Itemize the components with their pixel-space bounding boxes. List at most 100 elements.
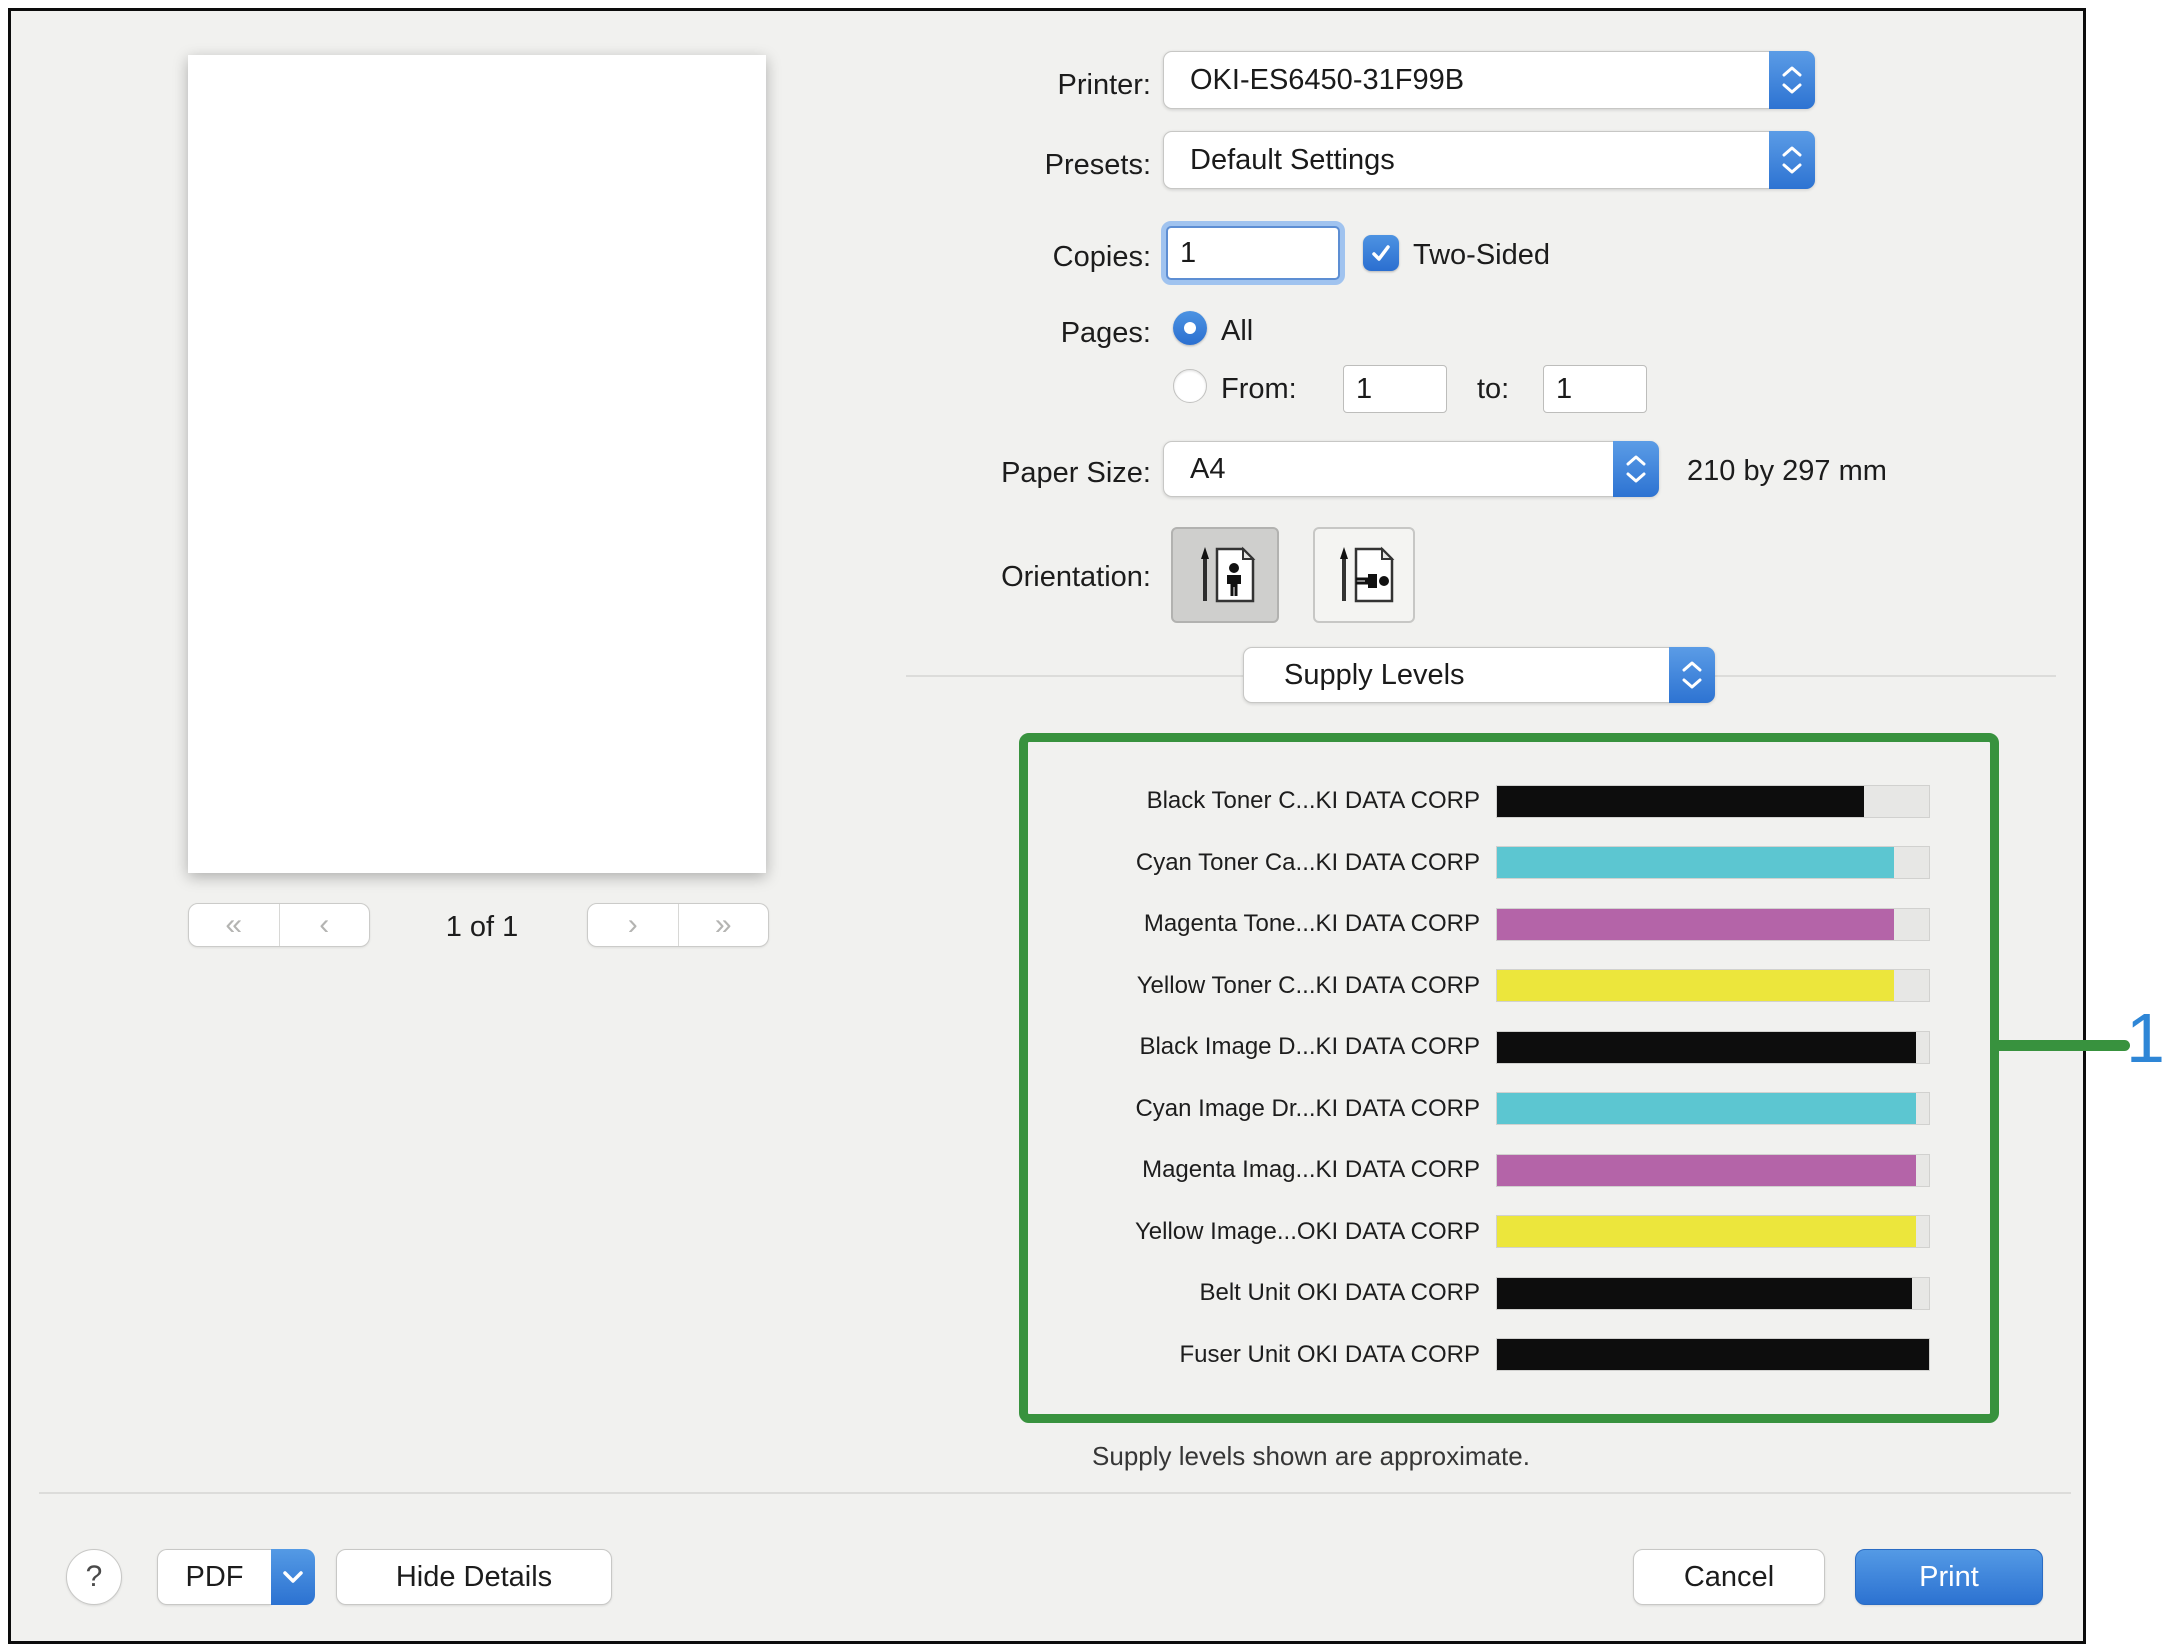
last-page-button[interactable]: » — [678, 904, 769, 946]
supply-row: Black Image D...KI DATA CORP — [1028, 1031, 1930, 1064]
print-label: Print — [1919, 1561, 1979, 1594]
cancel-label: Cancel — [1684, 1561, 1774, 1594]
supply-row: Black Toner C...KI DATA CORP — [1028, 785, 1930, 818]
supply-row: Magenta Tone...KI DATA CORP — [1028, 908, 1930, 941]
copies-field-focus-ring: 1 — [1161, 221, 1345, 285]
updown-stepper-icon — [1769, 51, 1815, 109]
callout-number: 1 — [2126, 998, 2180, 1078]
pager-back-group: « ‹ — [188, 903, 370, 947]
two-sided-checkbox[interactable] — [1363, 235, 1399, 271]
landscape-orientation-icon — [1326, 537, 1402, 613]
double-chevron-right-icon: » — [715, 908, 732, 942]
supply-level-fill — [1497, 1032, 1916, 1063]
pdf-menu-button[interactable]: PDF — [157, 1549, 315, 1605]
updown-stepper-icon — [1769, 131, 1815, 189]
supply-row-label: Black Image D...KI DATA CORP — [1028, 1033, 1496, 1061]
supply-level-bar — [1496, 846, 1930, 879]
chevron-left-icon: ‹ — [319, 908, 329, 942]
supply-level-fill — [1497, 1216, 1916, 1247]
pages-to-label: to: — [1477, 373, 1509, 406]
paper-dimensions-text: 210 by 297 mm — [1687, 455, 1887, 488]
pager-forward-group: › » — [587, 903, 769, 947]
supply-level-bar — [1496, 1338, 1930, 1371]
pdf-menu-label: PDF — [157, 1549, 271, 1605]
supply-row-label: Belt Unit OKI DATA CORP — [1028, 1279, 1496, 1307]
printer-label: Printer: — [851, 69, 1151, 102]
supply-row-label: Cyan Toner Ca...KI DATA CORP — [1028, 849, 1496, 877]
updown-stepper-icon — [1613, 441, 1659, 497]
supply-row-label: Fuser Unit OKI DATA CORP — [1028, 1341, 1496, 1369]
supply-level-fill — [1497, 1155, 1916, 1186]
pages-to-input[interactable]: 1 — [1543, 365, 1647, 413]
next-page-button[interactable]: › — [588, 904, 678, 946]
supply-row: Cyan Toner Ca...KI DATA CORP — [1028, 846, 1930, 879]
supply-level-fill — [1497, 1278, 1912, 1309]
supply-level-fill — [1497, 1339, 1929, 1370]
pages-from-radio[interactable] — [1173, 369, 1207, 403]
help-button[interactable]: ? — [66, 1549, 122, 1605]
supply-level-bar — [1496, 1092, 1930, 1125]
first-page-button[interactable]: « — [189, 904, 279, 946]
presets-label: Presets: — [851, 149, 1151, 182]
question-mark-icon: ? — [86, 1560, 103, 1594]
supply-level-bar — [1496, 785, 1930, 818]
pages-from-label: From: — [1221, 373, 1297, 406]
supply-row: Magenta Imag...KI DATA CORP — [1028, 1154, 1930, 1187]
double-chevron-left-icon: « — [225, 908, 242, 942]
supply-row-label: Magenta Tone...KI DATA CORP — [1028, 910, 1496, 938]
pane-selector-value: Supply Levels — [1284, 659, 1465, 692]
print-button[interactable]: Print — [1855, 1549, 2043, 1605]
print-preview-page — [188, 55, 766, 873]
printer-popup-value: OKI-ES6450-31F99B — [1190, 64, 1464, 97]
supply-row-label: Cyan Image Dr...KI DATA CORP — [1028, 1095, 1496, 1123]
portrait-orientation-icon — [1187, 537, 1263, 613]
callout-line — [1990, 1040, 2130, 1051]
pane-selector-popup[interactable]: Supply Levels — [1243, 647, 1715, 703]
previous-page-button[interactable]: ‹ — [279, 904, 370, 946]
supply-row-label: Yellow Toner C...KI DATA CORP — [1028, 972, 1496, 1000]
presets-popup[interactable]: Default Settings — [1163, 131, 1815, 189]
supply-level-fill — [1497, 847, 1894, 878]
updown-stepper-icon — [1669, 647, 1715, 703]
supply-row: Belt Unit OKI DATA CORP — [1028, 1277, 1930, 1310]
pages-label: Pages: — [851, 317, 1151, 350]
footer-divider — [39, 1492, 2071, 1494]
supply-row: Fuser Unit OKI DATA CORP — [1028, 1338, 1930, 1371]
paper-size-popup[interactable]: A4 — [1163, 441, 1659, 497]
supply-note: Supply levels shown are approximate. — [911, 1441, 1711, 1472]
supply-level-fill — [1497, 970, 1894, 1001]
supply-level-bar — [1496, 1215, 1930, 1248]
paper-size-label: Paper Size: — [851, 457, 1151, 490]
print-dialog: « ‹ 1 of 1 › » Printer: OKI-ES6450-31F99… — [8, 8, 2086, 1644]
orientation-portrait-button[interactable] — [1171, 527, 1279, 623]
copies-input[interactable]: 1 — [1166, 226, 1340, 280]
hide-details-label: Hide Details — [396, 1561, 552, 1594]
supply-row-label: Yellow Image...OKI DATA CORP — [1028, 1218, 1496, 1246]
paper-size-popup-value: A4 — [1190, 453, 1225, 486]
two-sided-label: Two-Sided — [1413, 239, 1550, 272]
orientation-landscape-button[interactable] — [1313, 527, 1415, 623]
checkmark-icon — [1369, 241, 1393, 265]
page-indicator: 1 of 1 — [377, 911, 587, 944]
chevron-right-icon: › — [628, 908, 638, 942]
supply-row: Yellow Toner C...KI DATA CORP — [1028, 969, 1930, 1002]
supply-level-bar — [1496, 1031, 1930, 1064]
presets-popup-value: Default Settings — [1190, 144, 1395, 177]
supply-row: Cyan Image Dr...KI DATA CORP — [1028, 1092, 1930, 1125]
printer-popup[interactable]: OKI-ES6450-31F99B — [1163, 51, 1815, 109]
hide-details-button[interactable]: Hide Details — [336, 1549, 612, 1605]
orientation-label: Orientation: — [851, 561, 1151, 594]
supply-row-label: Black Toner C...KI DATA CORP — [1028, 787, 1496, 815]
supply-row-label: Magenta Imag...KI DATA CORP — [1028, 1156, 1496, 1184]
cancel-button[interactable]: Cancel — [1633, 1549, 1825, 1605]
pages-all-radio[interactable] — [1173, 311, 1207, 345]
supply-level-bar — [1496, 969, 1930, 1002]
copies-label: Copies: — [851, 241, 1151, 274]
pages-from-input[interactable]: 1 — [1343, 365, 1447, 413]
supply-level-fill — [1497, 786, 1864, 817]
chevron-down-icon[interactable] — [271, 1549, 315, 1605]
supply-level-bar — [1496, 1154, 1930, 1187]
supply-level-bar — [1496, 1277, 1930, 1310]
supply-row: Yellow Image...OKI DATA CORP — [1028, 1215, 1930, 1248]
pages-all-label: All — [1221, 315, 1253, 348]
